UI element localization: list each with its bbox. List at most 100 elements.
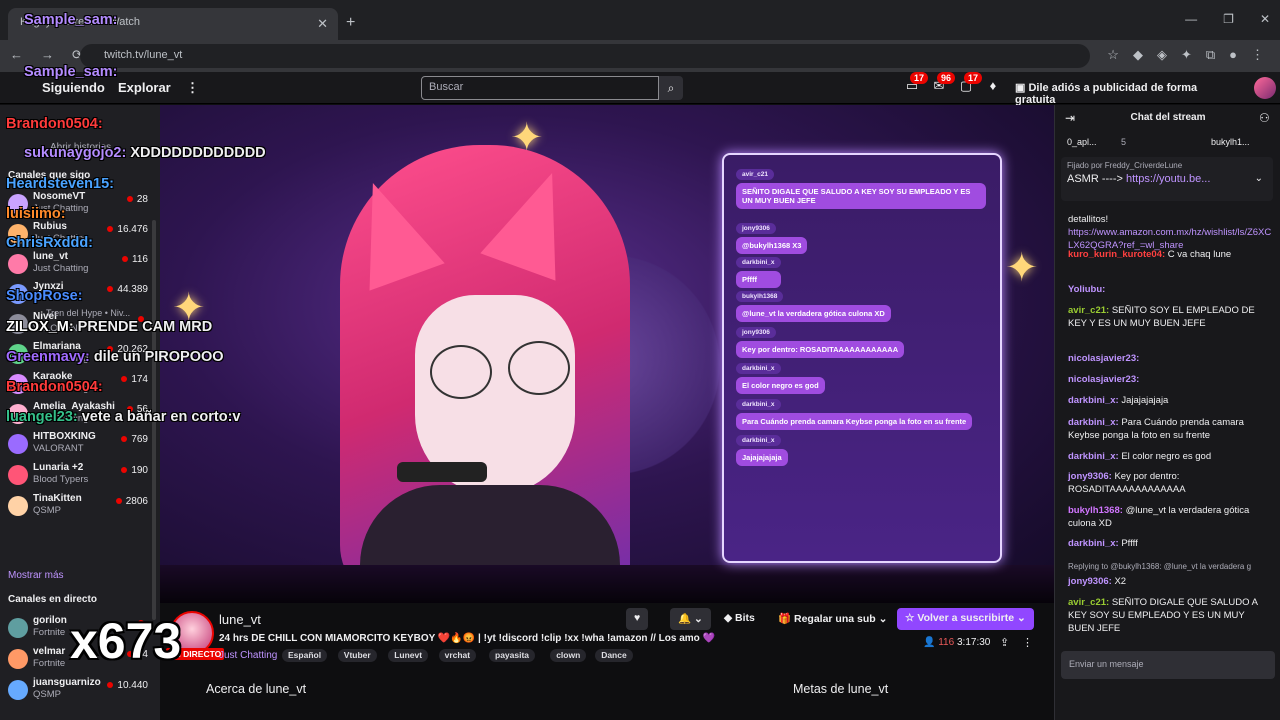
- notification-bell-button[interactable]: 🔔 ⌄: [670, 608, 711, 630]
- live-dot-icon: [121, 467, 128, 473]
- show-more-link[interactable]: Mostrar más: [8, 570, 64, 581]
- search-icon[interactable]: ⌕: [659, 76, 683, 100]
- menu-icon[interactable]: ⋮: [1251, 47, 1264, 63]
- close-tab-icon[interactable]: ✕: [317, 16, 328, 32]
- channel-avatar: [8, 649, 28, 669]
- close-window-icon[interactable]: ✕: [1260, 12, 1270, 26]
- stream-tag[interactable]: payasita: [489, 649, 536, 662]
- notifications-badge: 17: [964, 72, 983, 84]
- video-chat-text: @lune_vt la verdadera gótica culona XD: [736, 305, 891, 322]
- overlay-chat-line: ChrisRxddd:: [6, 235, 97, 251]
- nav-more-icon[interactable]: ⋮: [186, 80, 199, 96]
- sidebar-channel[interactable]: lune_vt Just Chatting 116: [6, 251, 152, 281]
- chat-text: Replying to @bukylh1368: @lune_vt la ver…: [1068, 562, 1252, 571]
- video-player[interactable]: ✦ ✦ ✦ avir_c21 SEÑITO DIGALE QUE SALUDO A…: [160, 105, 1054, 603]
- sidebar-channel[interactable]: HITBOXKING VALORANT 769: [6, 431, 152, 461]
- forward-icon[interactable]: →: [41, 47, 54, 63]
- extension-icon[interactable]: ◆: [1133, 47, 1143, 63]
- chevron-down-icon[interactable]: ⌄: [1255, 173, 1263, 184]
- chat-username[interactable]: darkbini_x:: [1068, 395, 1119, 406]
- bookmark-star-icon[interactable]: ☆: [1107, 47, 1119, 63]
- share-icon[interactable]: ⇪: [1000, 636, 1009, 649]
- search-input[interactable]: Buscar: [421, 76, 659, 100]
- bits-button[interactable]: ◆ Bits: [716, 608, 763, 630]
- new-tab-button[interactable]: +: [346, 14, 355, 32]
- stream-tag[interactable]: Español: [282, 649, 328, 662]
- stream-tag[interactable]: Lunevt: [388, 649, 429, 662]
- chat-username[interactable]: bukylh1368:: [1068, 505, 1123, 516]
- resubscribe-button[interactable]: ☆ Volver a suscribirte ⌄: [897, 608, 1034, 630]
- overlay-chat-user: ZILOX_M:: [6, 319, 74, 335]
- chat-message: nicolasjavier23:: [1068, 352, 1273, 365]
- chat-username[interactable]: nicolasjavier23:: [1068, 374, 1139, 385]
- chat-username[interactable]: avir_c21:: [1068, 305, 1109, 316]
- chat-username[interactable]: nicolasjavier23:: [1068, 353, 1139, 364]
- channel-name: gorilon: [33, 615, 67, 626]
- chat-username[interactable]: avir_c21:: [1068, 597, 1109, 608]
- streamer-name[interactable]: lune_vt: [219, 612, 261, 627]
- sidebar-live-channel[interactable]: juansguarnizo QSMP 10.440: [6, 677, 152, 707]
- extension-icon[interactable]: ✦: [1181, 47, 1192, 63]
- chat-username[interactable]: Yoliubu:: [1068, 284, 1105, 295]
- crown-icon[interactable]: ♦: [983, 78, 1003, 98]
- stream-tag[interactable]: clown: [550, 649, 587, 662]
- video-chat-text: El color negro es god: [736, 377, 825, 394]
- back-icon[interactable]: ←: [10, 47, 23, 63]
- chat-message: Yoliubu:: [1068, 283, 1273, 296]
- resubscribe-label: Volver a suscribirte: [917, 612, 1015, 624]
- chat-input[interactable]: Enviar un mensaje: [1061, 651, 1275, 679]
- pinned-link[interactable]: https://youtu.be...: [1126, 173, 1210, 185]
- stream-tag[interactable]: Vtuber: [337, 649, 377, 662]
- stream-tag[interactable]: vrchat: [438, 649, 477, 662]
- video-chat-message: bukylh1368 @lune_vt la verdadera gótica c…: [736, 287, 891, 322]
- maximize-icon[interactable]: ❐: [1223, 12, 1234, 26]
- chat-users-icon[interactable]: ⚇: [1259, 111, 1270, 125]
- minimize-icon[interactable]: —: [1185, 12, 1197, 26]
- chat-username[interactable]: jony9306:: [1068, 576, 1112, 587]
- chat-username[interactable]: kuro_kurin_kurote04:: [1068, 249, 1165, 260]
- url-field[interactable]: twitch.tv/lune_vt: [80, 44, 1090, 68]
- channel-viewers: 190: [121, 465, 148, 476]
- chat-username[interactable]: darkbini_x:: [1068, 451, 1119, 462]
- gift-sub-button[interactable]: 🎁 Regalar una sub ⌄: [770, 608, 895, 630]
- stream-chat: ⇥ Chat del stream ⚇ 0_apl... 5 bukylh1..…: [1054, 105, 1280, 720]
- chat-username[interactable]: darkbini_x:: [1068, 538, 1119, 549]
- ad-free-button[interactable]: ▣ Dile adiós a publicidad de forma gratu…: [1007, 77, 1225, 106]
- chat-text: C va chaq lune: [1167, 249, 1232, 260]
- nav-following[interactable]: Siguiendo: [42, 80, 105, 95]
- video-chat-text: @bukylh1368 X3: [736, 237, 808, 254]
- twitch-top-nav: Siguiendo Explorar ⋮ Buscar ⌕ ▭ 17 ✉ 96 ▢ 1…: [0, 72, 1280, 106]
- nav-explore[interactable]: Explorar: [118, 80, 171, 95]
- leaderboard-user-left[interactable]: 0_apl...: [1067, 137, 1097, 147]
- overlay-chat-text: dile un PIROPOOO: [93, 349, 224, 365]
- chat-message: jony9306: Key por dentro: ROSADITAAAAAAA…: [1068, 470, 1273, 496]
- user-avatar[interactable]: [1254, 77, 1276, 99]
- video-chat-message: darkbini_x Para Cuándo prenda camara Keyb…: [736, 395, 973, 430]
- viewer-count-value: 44.389: [117, 284, 148, 295]
- channel-viewers: 769: [121, 434, 148, 445]
- leaderboard-user-right[interactable]: bukylh1...: [1211, 137, 1250, 147]
- overlay-chat-line: ShopRose:: [6, 288, 87, 304]
- chat-username[interactable]: darkbini_x:: [1068, 417, 1119, 428]
- stream-tag[interactable]: Dance: [595, 649, 633, 662]
- channel-game: QSMP: [33, 689, 61, 700]
- profile-icon[interactable]: ●: [1229, 47, 1237, 63]
- notifications-icon[interactable]: ▢ 17: [956, 72, 983, 98]
- sidebar-channel[interactable]: Lunaria +2 Blood Typers 190: [6, 462, 152, 492]
- pinned-text: ASMR ----> https://youtu.be...: [1067, 173, 1267, 185]
- more-options-icon[interactable]: ⋮: [1022, 636, 1033, 649]
- chat-username[interactable]: jony9306:: [1068, 471, 1112, 482]
- sidebar-channel[interactable]: TinaKitten QSMP 2806: [6, 493, 152, 523]
- video-chat-user: bukylh1368: [736, 291, 784, 302]
- channel-name: lune_vt: [33, 251, 69, 262]
- puzzle-icon[interactable]: ⧉: [1206, 47, 1215, 63]
- follow-heart-button[interactable]: ♥: [626, 608, 649, 630]
- goals-heading: Metas de lune_vt: [793, 682, 889, 696]
- overlay-chat-user: Heardsteven15:: [6, 176, 114, 192]
- stream-category[interactable]: Just Chatting: [219, 650, 277, 661]
- inbox-icon[interactable]: ▭ 17: [902, 72, 929, 98]
- chat-text: detallitos!: [1068, 214, 1109, 225]
- overlay-chat-user: ChrisRxddd:: [6, 235, 93, 251]
- extension-icon[interactable]: ◈: [1157, 47, 1167, 63]
- whispers-icon[interactable]: ✉ 96: [929, 72, 956, 98]
